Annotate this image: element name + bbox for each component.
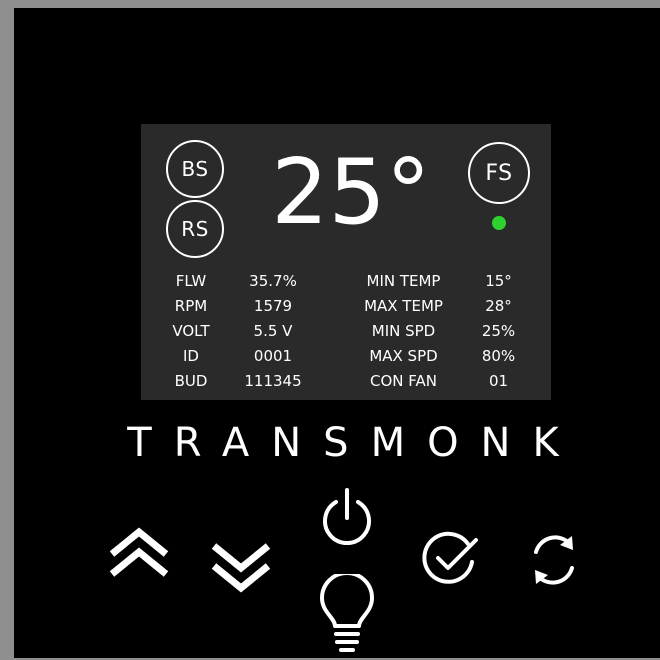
fs-button[interactable]: FS	[468, 142, 530, 204]
power-button[interactable]	[318, 484, 376, 550]
stat-value-con-fan: 01	[488, 372, 509, 390]
left-stat-values: 35.7% 1579 5.5 V 0001 111345	[233, 269, 313, 394]
confirm-button[interactable]	[418, 526, 482, 590]
stat-label-id: ID	[183, 347, 199, 365]
left-stat-labels: FLW RPM VOLT ID BUD	[156, 269, 226, 394]
light-bulb-icon	[320, 574, 374, 652]
stat-label-con-fan: CON FAN	[369, 372, 437, 390]
stat-label-max-spd: MAX SPD	[369, 347, 438, 365]
double-chevron-up-icon	[109, 527, 169, 577]
stat-value-rpm: 1579	[253, 297, 293, 315]
stat-label-bud: BUD	[174, 372, 208, 390]
brand-logo: TRANSMONK	[127, 420, 581, 466]
status-indicator-dot	[492, 216, 506, 230]
up-button[interactable]	[106, 526, 172, 582]
stat-value-max-spd: 80%	[481, 347, 516, 365]
refresh-icon	[534, 535, 574, 585]
stat-label-flw: FLW	[175, 272, 207, 290]
double-chevron-down-icon	[211, 543, 271, 593]
bs-button[interactable]: BS	[166, 140, 224, 198]
right-stat-labels: MIN TEMP MAX TEMP MIN SPD MAX SPD CON FA…	[346, 269, 461, 394]
temperature-readout: 25°	[271, 140, 431, 245]
power-icon	[323, 488, 371, 546]
display-screen: BS RS 25° FS FLW RPM VOLT ID BUD 35.7% 1…	[141, 124, 551, 400]
stat-value-min-spd: 25%	[481, 322, 516, 340]
stat-value-max-temp: 28°	[485, 297, 512, 315]
down-button[interactable]	[208, 538, 274, 594]
stat-value-volt: 5.5 V	[253, 322, 293, 340]
light-button[interactable]	[314, 574, 380, 658]
stat-value-bud: 111345	[244, 372, 302, 390]
stat-label-volt: VOLT	[172, 322, 210, 340]
check-circle-icon	[422, 531, 478, 584]
right-stat-values: 15° 28° 25% 80% 01	[471, 269, 526, 394]
stat-value-id: 0001	[253, 347, 293, 365]
stat-label-min-temp: MIN TEMP	[366, 272, 441, 290]
rs-button[interactable]: RS	[166, 200, 224, 258]
stat-value-flw: 35.7%	[249, 272, 297, 290]
stat-label-rpm: RPM	[174, 297, 208, 315]
control-panel: BS RS 25° FS FLW RPM VOLT ID BUD 35.7% 1…	[14, 8, 660, 658]
stat-label-min-spd: MIN SPD	[371, 322, 436, 340]
stat-value-min-temp: 15°	[485, 272, 512, 290]
refresh-button[interactable]	[524, 530, 584, 590]
stat-label-max-temp: MAX TEMP	[364, 297, 443, 315]
